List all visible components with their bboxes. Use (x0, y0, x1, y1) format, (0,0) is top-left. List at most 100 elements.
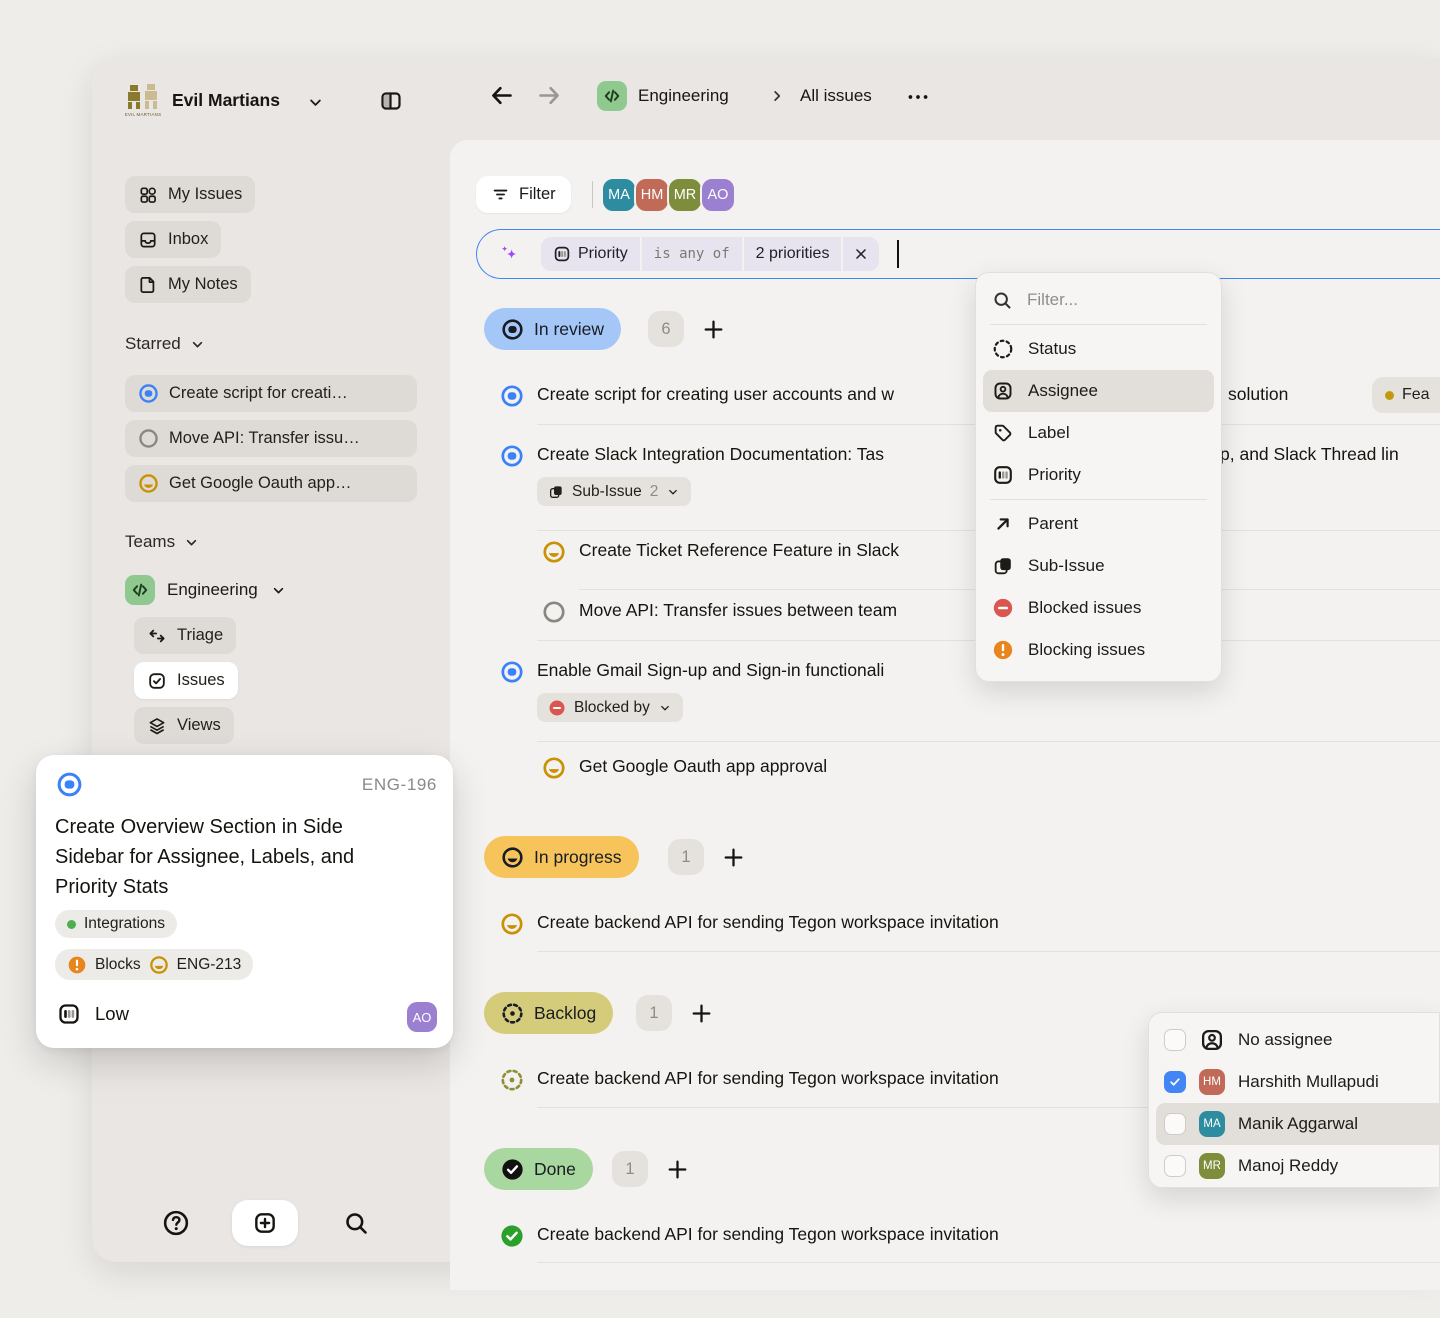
issue-title[interactable]: Create Ticket Reference Feature in Slack (579, 540, 899, 561)
menu-item-status[interactable]: Status (976, 328, 1221, 370)
checkbox-unchecked[interactable] (1164, 1155, 1186, 1177)
issue-card-title[interactable]: Create Overview Section in Side Sidebar … (55, 812, 400, 902)
avatar: MR (1199, 1153, 1225, 1179)
filter-button-label: Filter (519, 185, 556, 204)
status-todo-icon[interactable] (542, 600, 566, 624)
starred-item[interactable]: Move API: Transfer issu… (125, 420, 417, 457)
filter-input[interactable]: Priority is any of 2 priorities (476, 229, 1440, 279)
search-button[interactable] (341, 1208, 371, 1238)
workspace-name[interactable]: Evil Martians (172, 90, 280, 111)
assignee-option-none[interactable]: No assignee (1149, 1019, 1439, 1061)
avatar: MA (1199, 1111, 1225, 1137)
issue-title[interactable]: Create backend API for sending Tegon wor… (537, 1068, 999, 1089)
sub-issue-chip[interactable]: Sub-Issue 2 (537, 477, 691, 506)
new-issue-button[interactable] (232, 1200, 298, 1246)
breadcrumb-page[interactable]: All issues (800, 86, 872, 106)
issue-title[interactable]: Get Google Oauth app approval (579, 756, 827, 777)
label-chip-feature[interactable]: Fea (1372, 377, 1440, 413)
issue-title[interactable]: Create script for creating user accounts… (537, 384, 894, 405)
add-issue-button[interactable] (689, 1001, 714, 1026)
issue-preview-card: ENG-196 Create Overview Section in Side … (36, 755, 453, 1048)
group-header-in-progress[interactable]: In progress (484, 836, 639, 878)
avatar[interactable]: AO (700, 177, 736, 213)
assignee-option[interactable]: MR Manoj Reddy (1149, 1145, 1439, 1187)
menu-item-sub-issue[interactable]: Sub-Issue (976, 545, 1221, 587)
breadcrumb-more-icon[interactable] (905, 84, 931, 110)
starred-section-header[interactable]: Starred (125, 334, 206, 354)
forward-arrow-icon[interactable] (536, 82, 563, 109)
teams-section-header[interactable]: Teams (125, 532, 200, 552)
menu-item-priority[interactable]: Priority (976, 454, 1221, 496)
priority-row[interactable]: Low (57, 1002, 129, 1026)
avatar[interactable]: AO (407, 1002, 437, 1032)
avatar[interactable]: MR (667, 177, 703, 213)
status-in-progress-icon[interactable] (542, 540, 566, 564)
assignee-option[interactable]: HM Harshith Mullapudi (1149, 1061, 1439, 1103)
status-in-progress-icon[interactable] (500, 912, 524, 936)
menu-item-parent[interactable]: Parent (976, 503, 1221, 545)
sidebar-item-views[interactable]: Views (134, 707, 234, 744)
group-header-done[interactable]: Done (484, 1148, 593, 1190)
assignee-option-highlighted[interactable]: MA Manik Aggarwal (1156, 1103, 1439, 1145)
issue-title[interactable]: Enable Gmail Sign-up and Sign-in functio… (537, 660, 884, 681)
sidebar-item-issues[interactable]: Issues (134, 662, 238, 699)
sidebar-item-inbox[interactable]: Inbox (125, 221, 221, 258)
sidebar-item-triage[interactable]: Triage (134, 617, 236, 654)
sidebar-item-my-notes[interactable]: My Notes (125, 266, 251, 303)
menu-search[interactable]: Filter... (976, 279, 1221, 321)
sidebar-toggle-icon[interactable] (379, 89, 403, 113)
issue-title[interactable]: Create backend API for sending Tegon wor… (537, 1224, 999, 1245)
status-in-progress-icon (149, 955, 169, 975)
status-in-review-icon[interactable] (500, 384, 524, 408)
avatar[interactable]: HM (634, 177, 670, 213)
assignee-avatar-stack[interactable]: MA HM MR AO (601, 177, 736, 213)
add-issue-button[interactable] (701, 317, 726, 342)
back-arrow-icon[interactable] (488, 82, 515, 109)
status-in-progress-icon[interactable] (542, 756, 566, 780)
priority-icon (553, 245, 571, 263)
breadcrumb-team[interactable]: Engineering (638, 86, 729, 106)
workspace-chevron-down-icon[interactable] (306, 93, 325, 112)
starred-item[interactable]: Get Google Oauth app… (125, 465, 417, 502)
issue-title[interactable]: Create Slack Integration Documentation: … (537, 444, 884, 465)
filter-chip-remove[interactable] (843, 237, 879, 271)
issue-title-tail[interactable]: p, and Slack Thread lin (1220, 444, 1399, 465)
status-backlog-icon[interactable] (500, 1068, 524, 1092)
menu-item-label[interactable]: Label (976, 412, 1221, 454)
starred-item[interactable]: Create script for creati… (125, 375, 417, 412)
avatar[interactable]: MA (601, 177, 637, 213)
filter-chip-operator[interactable]: is any of (642, 237, 742, 271)
starred-item-label: Move API: Transfer issu… (169, 429, 360, 448)
menu-item-blocking-issues[interactable]: Blocking issues (976, 629, 1221, 671)
filter-chip[interactable]: Priority is any of 2 priorities (541, 237, 879, 271)
checkbox-unchecked[interactable] (1164, 1113, 1186, 1135)
add-issue-button[interactable] (665, 1157, 690, 1182)
sidebar-team-engineering[interactable]: Engineering (125, 575, 287, 605)
status-in-progress-icon (138, 473, 159, 494)
evil-martians-logo-icon (124, 84, 162, 111)
blocking-icon (67, 955, 87, 975)
filter-button[interactable]: Filter (476, 176, 571, 213)
issue-title[interactable]: Move API: Transfer issues between team (579, 600, 897, 621)
filter-chip-field[interactable]: Priority (541, 237, 640, 271)
group-header-backlog[interactable]: Backlog (484, 992, 613, 1034)
sub-issue-icon (548, 484, 564, 500)
sidebar-item-my-issues[interactable]: My Issues (125, 176, 255, 213)
label-chip-integrations[interactable]: Integrations (55, 910, 177, 938)
checkbox-checked[interactable] (1164, 1071, 1186, 1093)
blocks-chip[interactable]: Blocks ENG-213 (55, 949, 253, 980)
menu-item-assignee[interactable]: Assignee (983, 370, 1214, 412)
status-in-review-icon[interactable] (500, 660, 524, 684)
add-issue-button[interactable] (721, 845, 746, 870)
menu-item-blocked-issues[interactable]: Blocked issues (976, 587, 1221, 629)
issue-title[interactable]: Create backend API for sending Tegon wor… (537, 912, 999, 933)
help-button[interactable] (161, 1208, 191, 1238)
filter-field-menu: Filter... Status Assignee Label Priority… (975, 272, 1222, 682)
checkbox-unchecked[interactable] (1164, 1029, 1186, 1051)
filter-chip-value[interactable]: 2 priorities (744, 237, 842, 271)
status-in-review-icon[interactable] (500, 444, 524, 468)
issue-title-tail[interactable]: solution (1228, 384, 1288, 405)
group-header-in-review[interactable]: In review (484, 308, 621, 350)
status-done-icon[interactable] (500, 1224, 524, 1248)
blocked-by-chip[interactable]: Blocked by (537, 693, 683, 722)
